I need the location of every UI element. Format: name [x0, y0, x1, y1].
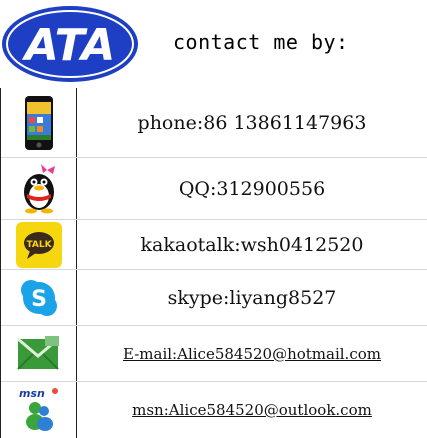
contact-row-qq: QQ:312900556 [1, 158, 427, 220]
skype-icon: S [1, 270, 76, 325]
phone-icon [1, 88, 76, 157]
contact-qq-text: QQ:312900556 [178, 177, 326, 200]
contact-row-phone: phone:86 13861147963 [1, 88, 427, 158]
logo-text: ATA [22, 20, 116, 71]
ata-logo: ATA [0, 3, 140, 85]
contact-row-skype: S skype:liyang8527 [1, 270, 427, 326]
svg-text:S: S [31, 287, 47, 312]
contact-skype-text: skype:liyang8527 [167, 286, 337, 309]
kakaotalk-icon: TALK [1, 220, 76, 269]
contact-row-msn: msn msn:Alice584520@outlook.com [1, 382, 427, 438]
contact-phone-text: phone:86 13861147963 [137, 111, 367, 134]
contact-kakaotalk-text: kakaotalk:wsh0412520 [140, 233, 364, 256]
email-icon [1, 326, 76, 381]
contact-row-email: E-mail:Alice584520@hotmail.com [1, 326, 427, 382]
contact-table: phone:86 13861147963 QQ:312900556 TALK k… [0, 88, 427, 438]
contact-msn-link[interactable]: msn:Alice584520@outlook.com [77, 382, 427, 438]
qq-penguin-icon [1, 158, 76, 219]
svg-text:TALK: TALK [26, 240, 52, 250]
contact-email-link[interactable]: E-mail:Alice584520@hotmail.com [77, 326, 427, 381]
msn-icon: msn [1, 382, 76, 438]
header: ATA contact me by: [0, 0, 427, 88]
contact-row-kakaotalk: TALK kakaotalk:wsh0412520 [1, 220, 427, 270]
page-title: contact me by: [173, 30, 349, 54]
msn-wordmark: msn [19, 387, 45, 400]
